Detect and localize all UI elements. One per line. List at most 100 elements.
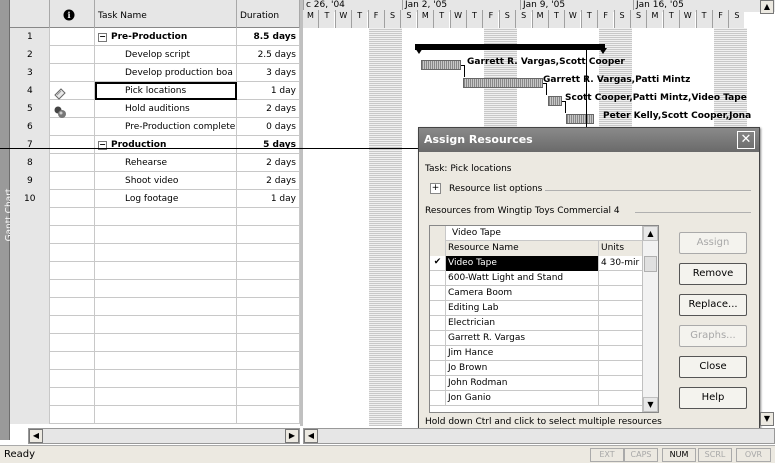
resource-units[interactable] bbox=[599, 331, 643, 346]
resource-name[interactable]: Jo Brown bbox=[446, 361, 599, 376]
resource-units[interactable] bbox=[599, 376, 643, 391]
duration-cell[interactable] bbox=[237, 370, 300, 388]
task-name-cell[interactable] bbox=[95, 370, 237, 388]
table-row[interactable] bbox=[10, 316, 300, 334]
table-row[interactable] bbox=[10, 208, 300, 226]
task-name-cell[interactable]: Hold auditions bbox=[95, 100, 237, 118]
task-name-cell[interactable] bbox=[95, 208, 237, 226]
task-name-cell[interactable] bbox=[95, 352, 237, 370]
task-name-cell[interactable] bbox=[95, 244, 237, 262]
resource-row[interactable]: John Rodman bbox=[430, 376, 658, 391]
row-id[interactable]: 5 bbox=[10, 100, 50, 118]
table-row[interactable]: 10 Log footage 1 day bbox=[10, 190, 300, 208]
task-name-cell[interactable] bbox=[95, 298, 237, 316]
task-name-cell[interactable] bbox=[95, 226, 237, 244]
task-name-cell[interactable]: Rehearse bbox=[95, 154, 237, 172]
resource-scrollbar[interactable]: ▲ ▼ bbox=[642, 226, 658, 412]
table-row[interactable] bbox=[10, 388, 300, 406]
duration-cell[interactable]: 2.5 days bbox=[237, 46, 300, 64]
expand-options-button[interactable]: + bbox=[430, 183, 441, 194]
duration-cell[interactable]: 0 days bbox=[237, 118, 300, 136]
row-id[interactable]: 3 bbox=[10, 64, 50, 82]
resource-units[interactable] bbox=[599, 346, 643, 361]
table-row[interactable]: 1− Pre-Production 8.5 days bbox=[10, 28, 300, 46]
resource-name[interactable]: Garrett R. Vargas bbox=[446, 331, 599, 346]
resource-check[interactable] bbox=[430, 286, 446, 301]
row-id[interactable] bbox=[10, 298, 50, 316]
row-id[interactable] bbox=[10, 316, 50, 334]
duration-cell[interactable] bbox=[237, 208, 300, 226]
table-row[interactable]: 8 Rehearse 2 days bbox=[10, 154, 300, 172]
duration-cell[interactable] bbox=[237, 280, 300, 298]
table-row[interactable]: 4 Pick locations 1 day bbox=[10, 82, 300, 100]
scroll-right-icon[interactable]: ▶ bbox=[285, 429, 299, 443]
duration-cell[interactable]: 1 day bbox=[237, 190, 300, 208]
collapse-icon[interactable]: − bbox=[98, 33, 107, 42]
resource-units[interactable]: 4 30-mir bbox=[599, 256, 643, 271]
duration-cell[interactable] bbox=[237, 334, 300, 352]
task-name-cell[interactable] bbox=[95, 388, 237, 406]
table-row[interactable] bbox=[10, 262, 300, 280]
row-id[interactable]: 8 bbox=[10, 154, 50, 172]
resource-name[interactable]: Jon Ganio bbox=[446, 391, 599, 406]
row-id[interactable] bbox=[10, 334, 50, 352]
table-row[interactable] bbox=[10, 244, 300, 262]
scroll-left-icon[interactable]: ◀ bbox=[304, 429, 318, 443]
info-icon[interactable]: i bbox=[50, 0, 95, 28]
resource-units[interactable] bbox=[599, 286, 643, 301]
resource-name[interactable]: 600-Watt Light and Stand bbox=[446, 271, 599, 286]
row-id[interactable] bbox=[10, 226, 50, 244]
summary-bar[interactable] bbox=[415, 44, 605, 50]
remove-button[interactable]: Remove bbox=[679, 263, 747, 285]
task-name-cell[interactable] bbox=[95, 262, 237, 280]
duration-cell[interactable] bbox=[237, 262, 300, 280]
table-row[interactable] bbox=[10, 352, 300, 370]
row-id[interactable] bbox=[10, 208, 50, 226]
table-hscrollbar[interactable]: ◀ ▶ bbox=[28, 428, 300, 444]
scroll-down-icon[interactable]: ▼ bbox=[643, 397, 658, 412]
scroll-up-icon[interactable]: ▲ bbox=[643, 226, 658, 241]
row-id[interactable] bbox=[10, 244, 50, 262]
resource-units[interactable] bbox=[599, 271, 643, 286]
table-row[interactable] bbox=[10, 370, 300, 388]
resource-name[interactable]: Electrician bbox=[446, 316, 599, 331]
table-row[interactable] bbox=[10, 226, 300, 244]
duration-cell[interactable] bbox=[237, 406, 300, 424]
duration-cell[interactable]: 2 days bbox=[237, 154, 300, 172]
resource-row[interactable]: Garrett R. Vargas bbox=[430, 331, 658, 346]
resource-check[interactable] bbox=[430, 301, 446, 316]
duration-cell[interactable] bbox=[237, 298, 300, 316]
duration-cell[interactable] bbox=[237, 226, 300, 244]
resource-check[interactable] bbox=[430, 391, 446, 406]
graphs-button[interactable]: Graphs... bbox=[679, 325, 747, 347]
row-id[interactable] bbox=[10, 352, 50, 370]
task-name-cell[interactable]: Pre-Production complete bbox=[95, 118, 237, 136]
resource-units[interactable] bbox=[599, 391, 643, 406]
view-bar[interactable]: Gantt Chart bbox=[0, 0, 14, 440]
resource-check[interactable] bbox=[430, 316, 446, 331]
chart-scroll-up-icon[interactable]: ▲ bbox=[760, 0, 774, 14]
row-id[interactable] bbox=[10, 370, 50, 388]
replace-button[interactable]: Replace... bbox=[679, 294, 747, 316]
task-name-cell[interactable]: − Pre-Production bbox=[95, 28, 237, 46]
duration-cell[interactable]: 5 days bbox=[237, 136, 300, 154]
duration-cell[interactable] bbox=[237, 316, 300, 334]
table-row[interactable] bbox=[10, 406, 300, 424]
resource-check[interactable] bbox=[430, 331, 446, 346]
task-bar[interactable] bbox=[421, 60, 461, 70]
task-name-cell[interactable]: Develop script bbox=[95, 46, 237, 64]
table-row[interactable]: 5 Hold auditions 2 days bbox=[10, 100, 300, 118]
resource-row[interactable]: ✔ Video Tape 4 30-mir bbox=[430, 256, 658, 271]
table-row[interactable] bbox=[10, 280, 300, 298]
row-id[interactable]: 4 bbox=[10, 82, 50, 100]
duration-cell[interactable] bbox=[237, 352, 300, 370]
task-name-cell[interactable] bbox=[95, 280, 237, 298]
resource-check[interactable] bbox=[430, 376, 446, 391]
table-row[interactable] bbox=[10, 298, 300, 316]
resource-grid[interactable]: Video Tape Resource Name Units ✔ Video Ta… bbox=[429, 225, 659, 413]
dialog-title-bar[interactable]: Assign Resources ✕ bbox=[419, 128, 759, 152]
task-name-cell[interactable]: Develop production boa bbox=[95, 64, 237, 82]
duration-cell[interactable] bbox=[237, 244, 300, 262]
resource-row[interactable]: Jon Ganio bbox=[430, 391, 658, 406]
row-id[interactable]: 7 bbox=[10, 136, 50, 154]
